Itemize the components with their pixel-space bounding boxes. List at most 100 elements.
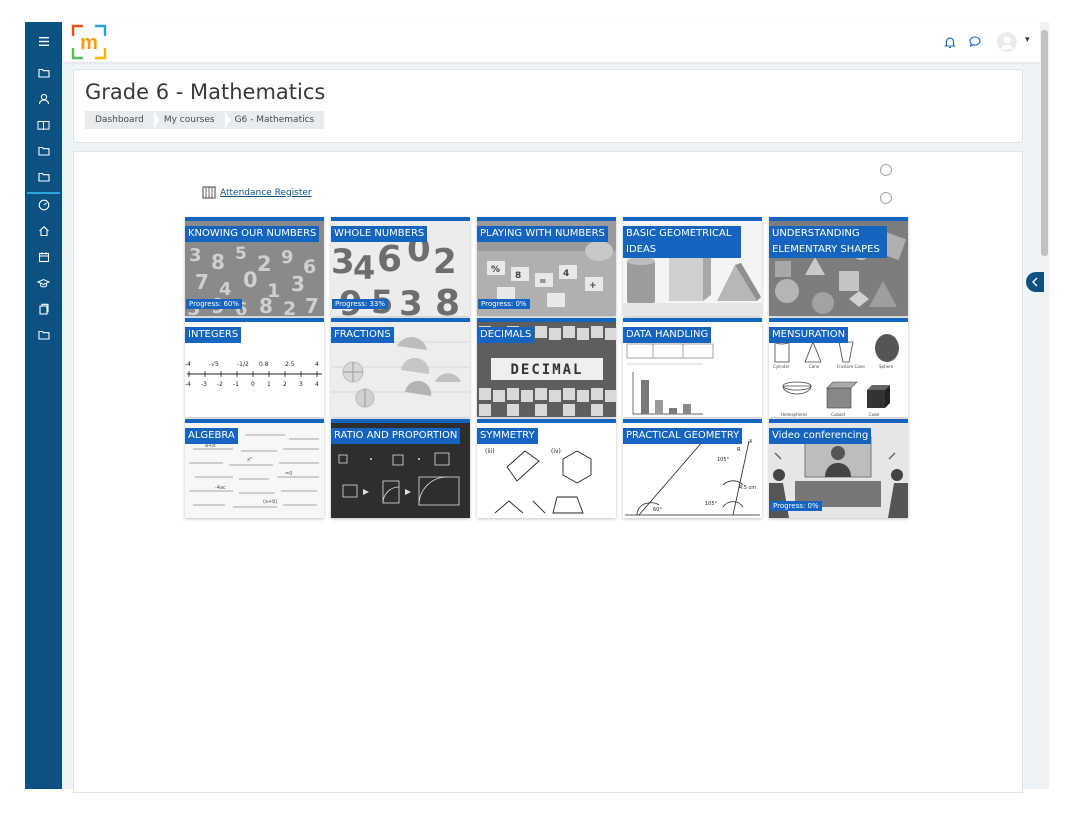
nav-files-icon[interactable] bbox=[25, 298, 62, 320]
attendance-book-icon bbox=[202, 186, 216, 199]
page-scrollbar[interactable] bbox=[1040, 22, 1049, 789]
nav-folder-icon[interactable] bbox=[25, 166, 62, 188]
svg-text:3: 3 bbox=[331, 242, 355, 282]
nav-folder-icon[interactable] bbox=[25, 140, 62, 162]
figure-label: (iii) bbox=[485, 448, 495, 455]
scrollbar-thumb[interactable] bbox=[1041, 30, 1048, 256]
attendance-register-link[interactable]: Attendance Register bbox=[202, 186, 312, 199]
geometry-label: 60° bbox=[653, 507, 662, 513]
tile-title[interactable]: DECIMALS bbox=[477, 327, 535, 343]
geometry-label: 105° bbox=[717, 457, 730, 463]
tile-algebra[interactable]: a+b x² =0 -4ac (a+b) ALGEBRA bbox=[185, 419, 324, 518]
tile-title[interactable]: Video conferencing bbox=[769, 428, 872, 444]
completion-circle-icon[interactable] bbox=[880, 192, 892, 204]
solid-label: Cube bbox=[869, 412, 880, 417]
tick-label: 2.5 bbox=[285, 361, 295, 368]
svg-text:=: = bbox=[539, 277, 547, 287]
tile-practical-geometry[interactable]: X R 105° 4.5 cm 105° 60° PRACTICAL GEOMETRY bbox=[623, 419, 762, 518]
tile-video-conferencing[interactable]: Video conferencing Progress: 0% bbox=[769, 419, 908, 518]
tile-title[interactable]: DATA HANDLING bbox=[623, 327, 712, 343]
tile-title[interactable]: ALGEBRA bbox=[185, 428, 238, 444]
geometry-label: X bbox=[749, 439, 753, 445]
tick-label: 1 bbox=[267, 381, 271, 388]
svg-text:2: 2 bbox=[433, 242, 457, 282]
solid-label: Frustum Cone bbox=[837, 364, 865, 369]
tile-understanding-elementary-shapes[interactable]: UNDERSTANDING ELEMENTARY SHAPES bbox=[769, 217, 908, 316]
nav-dashboard-icon[interactable] bbox=[25, 194, 62, 216]
tile-playing-with-numbers[interactable]: % 8 = 4 + PLAYING WITH NUMBERS Progress: 0% bbox=[477, 217, 616, 316]
svg-text:x²: x² bbox=[247, 457, 252, 463]
tile-title[interactable]: PLAYING WITH NUMBERS bbox=[477, 226, 608, 242]
tile-title[interactable]: KNOWING OUR NUMBERS bbox=[185, 226, 320, 242]
nav-folder-icon[interactable] bbox=[25, 62, 62, 84]
nav-home-icon[interactable] bbox=[25, 220, 62, 242]
nav-folder-icon[interactable] bbox=[25, 324, 62, 346]
tile-title[interactable]: MENSURATION bbox=[769, 327, 849, 343]
drawer-toggle-button[interactable] bbox=[1026, 272, 1044, 292]
breadcrumb-dashboard[interactable]: Dashboard bbox=[85, 111, 159, 129]
tile-ratio-and-proportion[interactable]: RATIO AND PROPORTION bbox=[331, 419, 470, 518]
figure-label: (iv) bbox=[551, 448, 561, 455]
tile-title[interactable]: BASIC GEOMETRICAL IDEAS bbox=[623, 226, 741, 258]
svg-text:7: 7 bbox=[305, 294, 319, 316]
tile-title[interactable]: FRACTIONS bbox=[331, 327, 394, 343]
svg-text:3: 3 bbox=[291, 272, 305, 296]
geometry-label: 105° bbox=[705, 501, 718, 507]
svg-text:5: 5 bbox=[235, 244, 247, 264]
breadcrumb: Dashboard My courses G6 - Mathematics bbox=[85, 111, 325, 129]
tile-integers[interactable]: -4 -√5 -1/2 0.8 2.5 4 -4 -3 -2 -1 0 1 2 3 4 INTEGERS bbox=[185, 318, 324, 417]
svg-text:4: 4 bbox=[353, 249, 375, 287]
tick-label: -2 bbox=[217, 381, 223, 388]
nav-book-icon[interactable] bbox=[25, 114, 62, 136]
tile-title[interactable]: WHOLE NUMBERS bbox=[331, 226, 428, 242]
tile-title[interactable]: PRACTICAL GEOMETRY bbox=[623, 428, 743, 444]
tile-basic-geometrical-ideas[interactable]: BASIC GEOMETRICAL IDEAS bbox=[623, 217, 762, 316]
hamburger-icon[interactable] bbox=[25, 30, 62, 52]
svg-text:3: 3 bbox=[189, 245, 202, 266]
tile-knowing-our-numbers[interactable]: 385296 74013 596827 KNOWING OUR NUMBERS … bbox=[185, 217, 324, 316]
user-menu-caret-icon[interactable]: ▾ bbox=[1025, 35, 1030, 45]
svg-text:3: 3 bbox=[399, 284, 423, 316]
attendance-register-label[interactable]: Attendance Register bbox=[220, 188, 312, 198]
tick-label: 4 bbox=[315, 381, 319, 388]
completion-circle-icon[interactable] bbox=[880, 164, 892, 176]
tick-label: -3 bbox=[201, 381, 207, 388]
tile-fractions[interactable]: FRACTIONS bbox=[331, 318, 470, 417]
tick-label: 0.8 bbox=[259, 361, 269, 368]
tile-mensuration[interactable]: Cylinder Cone Frustum Cone Sphere Hemispher… bbox=[769, 318, 908, 417]
tick-label: -4 bbox=[185, 381, 191, 388]
breadcrumb-course[interactable]: G6 - Mathematics bbox=[225, 111, 325, 129]
tile-whole-numbers[interactable]: 34602 9538 WHOLE NUMBERS Progress: 33% bbox=[331, 217, 470, 316]
tile-title[interactable]: RATIO AND PROPORTION bbox=[331, 428, 461, 444]
left-nav-drawer bbox=[25, 22, 62, 789]
tile-title[interactable]: INTEGERS bbox=[185, 327, 242, 343]
tile-symmetry[interactable]: (iii) (iv) SYMMETRY bbox=[477, 419, 616, 518]
svg-text:2: 2 bbox=[257, 252, 272, 276]
tile-data-handling[interactable]: DATA HANDLING bbox=[623, 318, 762, 417]
svg-text:6: 6 bbox=[377, 239, 402, 280]
svg-text:=0: =0 bbox=[285, 471, 292, 477]
svg-text:(a+b): (a+b) bbox=[263, 499, 277, 505]
top-navbar: m ▾ bbox=[62, 22, 1040, 62]
nav-participants-icon[interactable] bbox=[25, 88, 62, 110]
nav-graduation-cap-icon[interactable] bbox=[25, 272, 62, 294]
svg-text:8: 8 bbox=[435, 283, 460, 316]
progress-badge: Progress: 0% bbox=[478, 299, 530, 309]
user-avatar[interactable] bbox=[997, 32, 1017, 52]
chat-icon[interactable] bbox=[967, 34, 983, 50]
tile-title[interactable]: UNDERSTANDING ELEMENTARY SHAPES bbox=[769, 226, 887, 258]
svg-text:2: 2 bbox=[283, 298, 296, 316]
svg-text:8: 8 bbox=[259, 294, 273, 316]
bell-icon[interactable] bbox=[942, 34, 958, 50]
decimal-word: DECIMAL bbox=[510, 362, 583, 378]
solid-label: Cylinder bbox=[773, 364, 790, 369]
svg-text:4: 4 bbox=[563, 269, 569, 279]
svg-text:9: 9 bbox=[281, 247, 294, 268]
course-content: Attendance Register 385296 74013 596827 … bbox=[73, 151, 1023, 793]
tile-decimals[interactable]: DECIMAL DECIMALS bbox=[477, 318, 616, 417]
nav-calendar-icon[interactable] bbox=[25, 246, 62, 268]
solid-label: Sphere bbox=[879, 364, 894, 369]
site-logo[interactable]: m bbox=[71, 24, 107, 60]
breadcrumb-my-courses[interactable]: My courses bbox=[154, 111, 230, 129]
tile-title[interactable]: SYMMETRY bbox=[477, 428, 538, 444]
